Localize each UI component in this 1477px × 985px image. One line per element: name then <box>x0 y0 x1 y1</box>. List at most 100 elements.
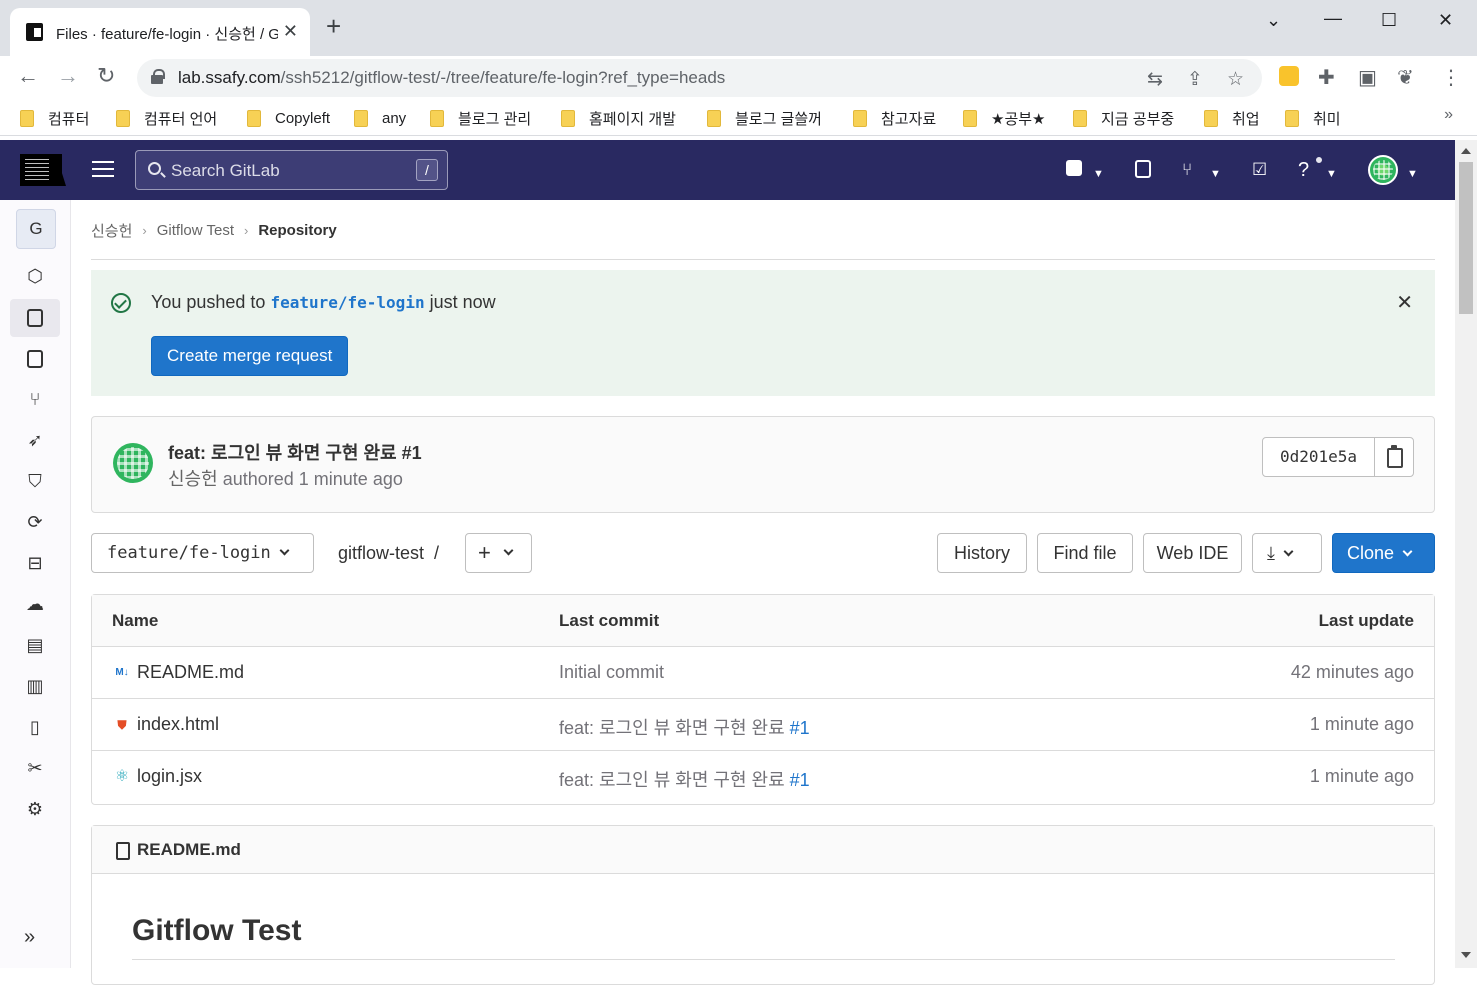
sidebar-item-repository[interactable] <box>10 299 60 337</box>
bookmark-folder[interactable]: 블로그 관리 <box>430 106 531 130</box>
page-scrollbar[interactable] <box>1455 140 1477 968</box>
bookmark-folder[interactable]: 지금 공부중 <box>1073 106 1174 130</box>
commit-sha[interactable]: 0d201e5a <box>1262 437 1375 477</box>
new-tab-button[interactable]: + <box>326 13 341 39</box>
bookmark-folder[interactable]: 취업 <box>1204 106 1260 130</box>
download-dropdown[interactable]: ⤓ <box>1252 533 1322 573</box>
web-ide-button[interactable]: Web IDE <box>1143 533 1242 573</box>
breadcrumb-user[interactable]: 신승헌 <box>91 220 132 241</box>
project-avatar[interactable]: G <box>16 209 56 249</box>
table-row[interactable]: ⛊ index.html feat: 로그인 뷰 화면 구현 완료 #1 1 m… <box>92 699 1434 751</box>
repo-path-root[interactable]: gitflow-test <box>338 543 424 563</box>
bookmark-folder[interactable]: 컴퓨터 <box>20 106 89 130</box>
bookmark-label: 참고자료 <box>881 110 937 128</box>
maximize-button[interactable]: ☐ <box>1381 10 1397 31</box>
minimize-button[interactable]: — <box>1324 8 1342 29</box>
bookmark-folder[interactable]: 홈페이지 개발 <box>561 106 676 130</box>
profile-icon[interactable]: ❦ <box>1397 65 1414 90</box>
table-row[interactable]: ⚛ login.jsx feat: 로그인 뷰 화면 구현 완료 #1 1 mi… <box>92 751 1434 803</box>
chevron-down-icon[interactable]: ▼ <box>1093 163 1104 185</box>
sidebar-item-analytics[interactable]: ▥ <box>10 668 60 706</box>
lock-icon[interactable] <box>151 69 165 84</box>
help-icon[interactable]: ? <box>1298 159 1309 181</box>
commit-message-link[interactable]: Initial commit <box>559 662 664 682</box>
table-row[interactable]: M↓ README.md Initial commit 42 minutes a… <box>92 647 1434 699</box>
browser-tab[interactable]: Files · feature/fe-login · 신승헌 / Gitflow… <box>10 8 310 56</box>
instance-logo-icon[interactable] <box>20 154 66 186</box>
bookmark-folder[interactable]: 취미 <box>1285 106 1341 130</box>
scroll-up-arrow-icon[interactable] <box>1461 148 1471 154</box>
sidebar-item-deployments[interactable]: ⟳ <box>10 504 60 542</box>
bookmark-label: 취업 <box>1232 110 1260 128</box>
create-merge-request-button[interactable]: Create merge request <box>151 336 349 376</box>
file-name[interactable]: login.jsx <box>137 766 202 787</box>
sidebar-item-ci-cd[interactable]: ➶ <box>10 422 60 460</box>
sidebar-item-settings[interactable]: ⚙ <box>10 791 60 829</box>
hamburger-menu-icon[interactable] <box>92 161 114 177</box>
breadcrumb-project[interactable]: Gitflow Test <box>157 222 234 239</box>
bookmark-folder[interactable]: 블로그 글쓸꺼 <box>707 106 822 130</box>
dismiss-alert-icon[interactable]: ✕ <box>1396 290 1413 315</box>
clone-dropdown[interactable]: Clone <box>1332 533 1435 573</box>
bookmark-folder[interactable]: 참고자료 <box>853 106 936 130</box>
file-name[interactable]: README.md <box>137 662 244 683</box>
breadcrumb-current[interactable]: Repository <box>258 222 336 239</box>
tab-search-chevron-icon[interactable]: ⌄ <box>1266 10 1281 31</box>
issue-ref-link[interactable]: #1 <box>790 718 810 738</box>
scrollbar-thumb[interactable] <box>1459 162 1473 314</box>
translate-icon[interactable]: ⇆ <box>1147 68 1163 91</box>
sidebar-item-wiki[interactable]: ▯ <box>10 709 60 747</box>
share-icon[interactable]: ⇪ <box>1187 68 1203 91</box>
bookmark-folder[interactable]: ★공부★ <box>963 106 1046 130</box>
bookmark-folder[interactable]: Copyleft <box>247 106 330 130</box>
sidebar-item-merge-requests[interactable]: ⑂ <box>10 381 60 419</box>
sidebar-item-infrastructure[interactable]: ☁ <box>10 586 60 624</box>
file-name[interactable]: index.html <box>137 714 219 735</box>
sidebar-item-security[interactable]: ⛉ <box>10 463 60 501</box>
extension-yellow-icon[interactable] <box>1279 66 1299 86</box>
chevron-down-icon[interactable]: ▼ <box>1407 163 1418 185</box>
back-arrow-icon[interactable]: ← <box>17 64 39 88</box>
reload-icon[interactable]: ↻ <box>97 64 115 88</box>
sidebar-item-project-overview[interactable]: ⬡ <box>10 258 60 296</box>
todo-checkbox-icon[interactable]: ☑ <box>1252 159 1267 181</box>
commit-author[interactable]: 신승헌 <box>168 469 218 489</box>
branch-selector[interactable]: feature/fe-login <box>91 533 314 573</box>
sidebar-item-packages[interactable]: ⊟ <box>10 545 60 583</box>
new-item-plus-icon[interactable] <box>1066 160 1082 176</box>
user-avatar[interactable] <box>1368 155 1398 185</box>
more-bookmarks-button[interactable]: » <box>1444 106 1453 124</box>
close-window-button[interactable]: ✕ <box>1438 10 1453 31</box>
extensions-puzzle-icon[interactable]: ✚ <box>1318 65 1335 90</box>
issue-ref-link[interactable]: #1 <box>790 770 810 790</box>
chrome-menu-icon[interactable]: ⋮ <box>1441 65 1461 90</box>
commit-author-avatar[interactable] <box>113 443 153 483</box>
bookmark-folder[interactable]: any <box>354 106 406 130</box>
merge-request-icon[interactable]: ⑂ <box>1182 159 1192 181</box>
bookmark-folder[interactable]: 컴퓨터 언어 <box>116 106 217 130</box>
forward-arrow-icon[interactable]: → <box>57 64 79 88</box>
chevron-down-icon[interactable]: ▼ <box>1210 163 1221 185</box>
readme-file-name[interactable]: README.md <box>137 840 241 860</box>
side-panel-icon[interactable]: ▣ <box>1358 65 1377 90</box>
collapse-sidebar-button[interactable]: » <box>24 926 35 949</box>
issues-icon[interactable] <box>1135 160 1151 178</box>
sidebar-item-monitor[interactable]: ▤ <box>10 627 60 665</box>
url-text[interactable]: lab.ssafy.com/ssh5212/gitflow-test/-/tre… <box>178 68 725 88</box>
tab-close-icon[interactable]: ✕ <box>283 21 298 42</box>
commit-message-link[interactable]: feat: 로그인 뷰 화면 구현 완료 <box>559 770 790 790</box>
find-file-button[interactable]: Find file <box>1037 533 1133 573</box>
address-bar[interactable]: lab.ssafy.com/ssh5212/gitflow-test/-/tre… <box>137 59 1262 97</box>
bookmark-star-icon[interactable]: ☆ <box>1227 68 1244 91</box>
search-input[interactable]: Search GitLab / <box>135 150 448 190</box>
scroll-down-arrow-icon[interactable] <box>1461 952 1471 958</box>
sidebar-item-snippets[interactable]: ✂ <box>10 750 60 788</box>
add-file-dropdown[interactable]: + <box>465 533 532 573</box>
commit-message-link[interactable]: feat: 로그인 뷰 화면 구현 완료 <box>559 718 790 738</box>
breadcrumb: 신승헌 › Gitflow Test › Repository <box>91 220 337 241</box>
copy-sha-icon[interactable] <box>1374 437 1414 477</box>
chevron-down-icon[interactable]: ▼ <box>1326 163 1337 185</box>
history-button[interactable]: History <box>937 533 1027 573</box>
commit-title[interactable]: feat: 로그인 뷰 화면 구현 완료 #1 <box>168 439 422 465</box>
sidebar-item-issues[interactable] <box>10 340 60 378</box>
